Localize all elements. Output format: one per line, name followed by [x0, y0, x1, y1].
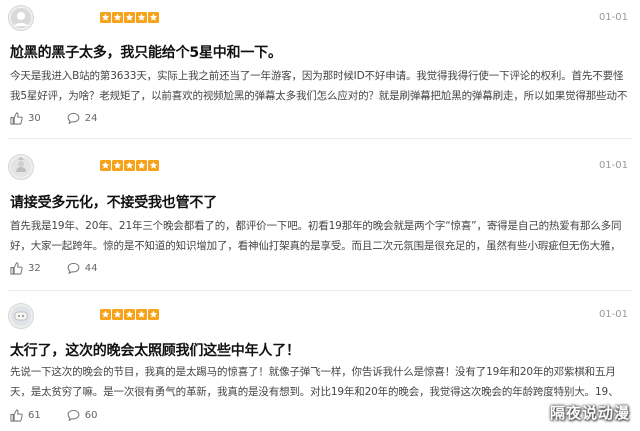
comment-count: 44	[84, 263, 98, 274]
review-actions: 32 44	[10, 262, 123, 275]
comment-count: 60	[84, 410, 98, 421]
thumbs-up-icon	[10, 262, 23, 275]
divider	[8, 138, 632, 139]
watermark: 隔夜说动漫	[549, 404, 630, 422]
like-count: 30	[28, 113, 41, 124]
rating-stars	[100, 309, 159, 320]
star-icon	[100, 309, 111, 320]
star-icon	[148, 309, 159, 320]
review-date: 01-01	[598, 160, 628, 171]
star-icon	[148, 160, 159, 171]
star-icon	[136, 12, 147, 23]
comment-bubble-icon	[67, 409, 80, 421]
like-count: 61	[28, 410, 41, 421]
like-button[interactable]: 30	[10, 112, 41, 125]
star-icon	[136, 160, 147, 171]
star-icon	[124, 160, 135, 171]
user-avatar-icon[interactable]	[8, 5, 34, 31]
comment-bubble-icon	[67, 262, 80, 274]
star-icon	[100, 12, 111, 23]
thumbs-up-icon	[10, 112, 23, 125]
comment-button[interactable]: 60	[67, 409, 98, 422]
review-actions: 30 24	[10, 112, 123, 125]
review-body[interactable]: 首先我是19年、20年、21年三个晚会都看了的，都评价一下吧。初看19那年的晚会…	[10, 216, 628, 256]
review-body[interactable]: 先说一下这次的晚会的节目，我真的是太踢马的惊喜了！就像子弹飞一样，你告诉我什么是…	[10, 362, 628, 402]
star-icon	[124, 309, 135, 320]
review-title: 请接受多元化，不接受我也管不了	[10, 195, 217, 211]
review-title: 太行了，这次的晚会太照顾我们这些中年人了！	[10, 343, 300, 359]
review-title: 尬黑的黑子太多，我只能给个5星中和一下。	[10, 45, 282, 61]
star-icon	[148, 12, 159, 23]
star-icon	[124, 12, 135, 23]
rating-stars	[100, 160, 159, 171]
comment-button[interactable]: 24	[67, 112, 98, 125]
like-button[interactable]: 32	[10, 262, 41, 275]
star-icon	[100, 160, 111, 171]
review-date: 01-01	[598, 12, 628, 23]
star-icon	[136, 309, 147, 320]
divider	[8, 290, 632, 291]
comment-button[interactable]: 44	[67, 262, 98, 275]
star-icon	[112, 160, 123, 171]
review-actions: 61 60	[10, 409, 123, 422]
rating-stars	[100, 12, 159, 23]
review-body[interactable]: 今天是我进入B站的第3633天，实际上我之前还当了一年游客，因为那时候ID不好申…	[10, 66, 628, 106]
user-avatar-icon[interactable]	[8, 303, 34, 329]
comment-bubble-icon	[67, 112, 80, 124]
user-avatar-icon[interactable]	[8, 154, 34, 180]
like-count: 32	[28, 263, 41, 274]
star-icon	[112, 12, 123, 23]
star-icon	[112, 309, 123, 320]
thumbs-up-icon	[10, 409, 23, 422]
like-button[interactable]: 61	[10, 409, 41, 422]
review-date: 01-01	[598, 309, 628, 320]
comment-count: 24	[84, 113, 98, 124]
